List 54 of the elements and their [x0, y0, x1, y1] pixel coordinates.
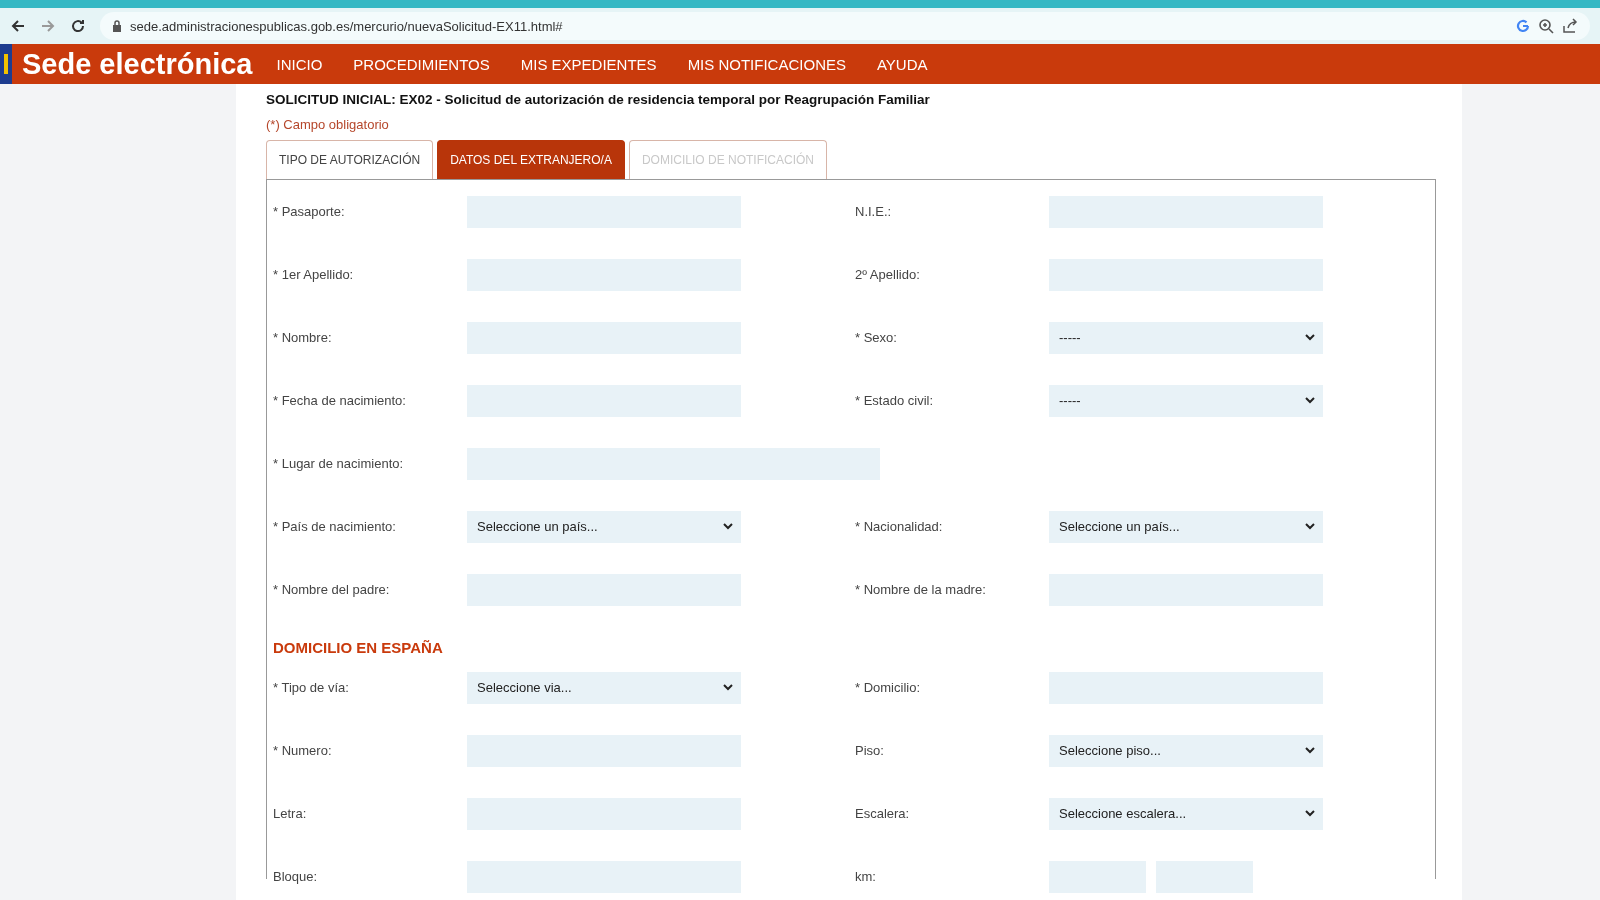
chevron-down-icon [1305, 747, 1315, 754]
field-label: * Estado civil: [855, 393, 935, 408]
chevron-down-icon [723, 684, 733, 691]
required-note: (*) Campo obligatorio [266, 117, 390, 132]
chevron-down-icon [1305, 397, 1315, 404]
field-label: Piso: [855, 743, 885, 758]
field-label: N.I.E.: [855, 204, 893, 219]
select-field[interactable]: Seleccione un país... [1049, 510, 1323, 543]
chevron-down-icon [1305, 810, 1315, 817]
field-label: * Fecha de nacimiento: [273, 393, 407, 408]
field-label: Letra: [273, 806, 308, 821]
nav-link[interactable]: MIS NOTIFICACIONES [687, 55, 846, 73]
field-label: Bloque: [273, 869, 319, 884]
share-icon[interactable] [1562, 18, 1578, 34]
field-label: * Nombre del padre: [273, 582, 391, 597]
flag-icon [0, 44, 12, 84]
page-title: SOLICITUD INICIAL: EX02 - Solicitud de autorización de residencia temporal por Reagrupación Familiar [266, 92, 931, 107]
chevron-down-icon [723, 523, 733, 530]
back-icon[interactable] [10, 18, 26, 34]
chevron-down-icon [1305, 523, 1315, 530]
field-label: * Lugar de nacimiento: [273, 456, 405, 471]
site-logo-text[interactable]: Sede electrónica [22, 47, 253, 81]
field-label: * País de nacimiento: [273, 519, 397, 534]
field-label: * Nombre de la madre: [855, 582, 987, 597]
chevron-down-icon [1305, 334, 1315, 341]
nav-link[interactable]: AYUDA [876, 55, 928, 73]
zoom-icon[interactable] [1538, 18, 1554, 34]
nav-link[interactable]: MIS EXPEDIENTES [520, 55, 657, 73]
field-label: Escalera: [855, 806, 911, 821]
section-heading: DOMICILIO EN ESPAÑA [273, 639, 444, 656]
reload-icon[interactable] [70, 18, 86, 34]
select-field[interactable]: Seleccione piso... [1049, 734, 1323, 767]
field-label: * 1er Apellido: [273, 267, 355, 282]
select-field[interactable]: ----- [1049, 321, 1323, 354]
g-logo-icon[interactable] [1516, 19, 1530, 33]
field-label: 2º Apellido: [855, 267, 921, 282]
select-field[interactable]: ----- [1049, 384, 1323, 417]
nav-link[interactable]: INICIO [276, 55, 323, 73]
field-label: * Pasaporte: [273, 204, 346, 219]
lock-icon [112, 20, 122, 32]
field-label: * Tipo de vía: [273, 680, 350, 695]
select-field[interactable]: Seleccione escalera... [1049, 797, 1323, 830]
field-label: * Numero: [273, 743, 333, 758]
field-label: * Sexo: [855, 330, 898, 345]
field-label: * Nacionalidad: [855, 519, 944, 534]
tab[interactable]: DATOS DEL EXTRANJERO/A [437, 140, 625, 179]
field-label: * Domicilio: [855, 680, 921, 695]
field-label: km: [855, 869, 877, 884]
select-field[interactable]: Seleccione un país... [467, 510, 741, 543]
tab[interactable]: TIPO DE AUTORIZACIÓN [266, 140, 434, 179]
select-field[interactable]: Seleccione via... [467, 671, 741, 704]
nav-link[interactable]: PROCEDIMIENTOS [353, 55, 490, 73]
forward-icon[interactable] [40, 18, 56, 34]
field-label: * Nombre: [273, 330, 333, 345]
